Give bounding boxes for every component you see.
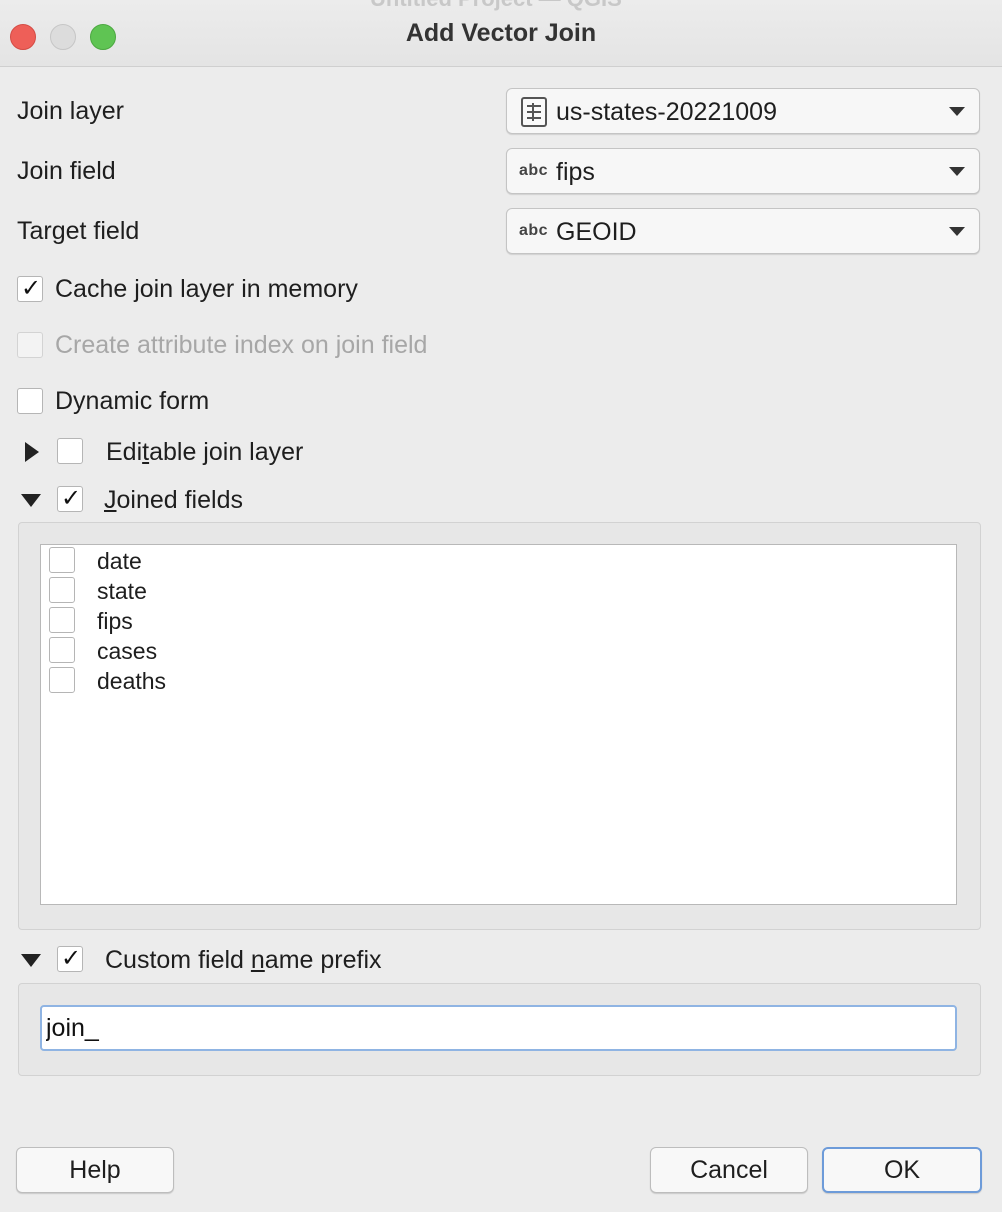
field-checkbox[interactable] <box>49 637 75 663</box>
join-field-combo[interactable]: abc fips <box>506 148 980 194</box>
field-checkbox[interactable] <box>49 577 75 603</box>
editable-join-layer-checkbox[interactable] <box>57 438 83 464</box>
collapse-arrow-icon[interactable] <box>21 494 41 507</box>
list-item[interactable]: state <box>49 575 449 605</box>
target-field-label: Target field <box>17 217 140 245</box>
ok-button[interactable]: OK <box>822 1147 982 1193</box>
field-checkbox[interactable] <box>49 547 75 573</box>
attribute-index-label: Create attribute index on join field <box>55 331 428 359</box>
field-checkbox[interactable] <box>49 607 75 633</box>
chevron-down-icon <box>949 227 965 236</box>
dialog-title: Add Vector Join <box>405 19 597 47</box>
joined-fields-checkbox[interactable]: ✓ <box>57 484 83 512</box>
attribute-index-checkbox <box>17 332 43 358</box>
field-name: cases <box>97 638 158 664</box>
custom-prefix-checkbox[interactable]: ✓ <box>57 944 83 972</box>
background-window-title: Untitled Project — QGIS <box>370 0 622 12</box>
chevron-down-icon <box>949 167 965 176</box>
list-item[interactable]: date <box>49 545 449 575</box>
chevron-down-icon <box>949 107 965 116</box>
join-field-value: fips <box>556 158 595 186</box>
join-layer-combo[interactable]: us-states-20221009 <box>506 88 980 134</box>
join-layer-value: us-states-20221009 <box>556 98 777 126</box>
target-field-combo[interactable]: abc GEOID <box>506 208 980 254</box>
list-item[interactable]: fips <box>49 605 449 635</box>
field-name: deaths <box>97 668 167 694</box>
string-type-icon: abc <box>519 162 549 179</box>
custom-prefix-label[interactable]: Custom field name prefix <box>105 946 382 975</box>
join-field-label: Join field <box>17 157 116 185</box>
field-name: state <box>97 578 147 604</box>
join-layer-label: Join layer <box>17 97 124 125</box>
string-type-icon: abc <box>519 222 549 239</box>
help-button[interactable]: Help <box>16 1147 174 1193</box>
collapse-arrow-icon[interactable] <box>21 954 41 967</box>
field-checkbox[interactable] <box>49 667 75 693</box>
dynamic-form-label[interactable]: Dynamic form <box>55 387 209 416</box>
field-name: fips <box>97 608 133 634</box>
editable-join-layer-label[interactable]: Editable join layer <box>106 438 303 467</box>
checkmark-icon: ✓ <box>61 944 82 972</box>
cache-join-layer-label[interactable]: Cache join layer in memory <box>55 275 358 304</box>
prefix-input[interactable] <box>42 1007 955 1049</box>
title-bar: Untitled Project — QGIS Add Vector Join <box>0 0 1002 67</box>
checkmark-icon: ✓ <box>61 484 82 512</box>
dynamic-form-checkbox[interactable] <box>17 388 43 414</box>
prefix-input-wrapper <box>40 1005 957 1051</box>
joined-fields-list[interactable]: date state fips cases deaths <box>40 544 957 905</box>
table-layer-icon <box>521 97 547 127</box>
list-item[interactable]: cases <box>49 635 449 665</box>
cache-join-layer-checkbox[interactable]: ✓ <box>17 274 43 302</box>
list-item[interactable]: deaths <box>49 665 449 695</box>
field-name: date <box>97 548 142 574</box>
expand-arrow-icon[interactable] <box>25 442 39 462</box>
checkmark-icon: ✓ <box>21 274 42 302</box>
target-field-value: GEOID <box>556 218 637 246</box>
joined-fields-label[interactable]: Joined fields <box>104 486 243 515</box>
cancel-button[interactable]: Cancel <box>650 1147 808 1193</box>
